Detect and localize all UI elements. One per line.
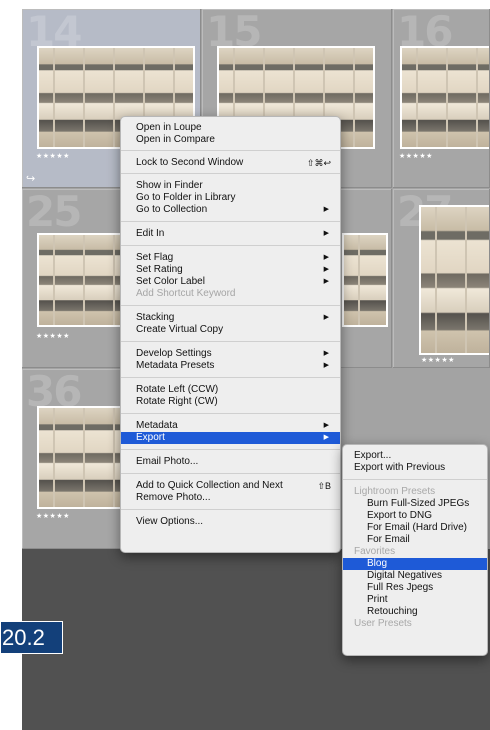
submenu-header-lightroom-presets: Lightroom Presets bbox=[354, 486, 436, 497]
menu-separator bbox=[121, 221, 340, 222]
menu-item-open-in-compare[interactable]: Open in Compare bbox=[121, 134, 340, 146]
menu-item-label: View Options... bbox=[136, 516, 204, 527]
menu-item-set-flag[interactable]: Set Flag ▶ bbox=[121, 252, 340, 264]
submenu-item-for-email[interactable]: For Email bbox=[343, 534, 487, 546]
submenu-item-export-to-dng[interactable]: Export to DNG bbox=[343, 510, 487, 522]
menu-item-label: Add Shortcut Keyword bbox=[136, 288, 236, 299]
star-rating[interactable]: ★★★★★ bbox=[36, 512, 70, 520]
menu-item-stacking[interactable]: Stacking ▶ bbox=[121, 312, 340, 324]
menu-separator bbox=[121, 245, 340, 246]
submenu-item-burn-full-sized-jpegs[interactable]: Burn Full-Sized JPEGs bbox=[343, 498, 487, 510]
menu-item-label: Rotate Left (CCW) bbox=[136, 384, 219, 395]
menu-item-lock-to-second-window[interactable]: Lock to Second Window ⇧⌘↩ bbox=[121, 157, 340, 169]
menu-item-label: Edit In bbox=[136, 228, 165, 239]
submenu-header-user-presets: User Presets bbox=[354, 618, 412, 629]
menu-separator bbox=[121, 473, 340, 474]
submenu-item-digital-negatives[interactable]: Digital Negatives bbox=[343, 570, 487, 582]
submenu-item-export[interactable]: Export... bbox=[343, 450, 487, 462]
shortcut-label: ⇧⌘↩ bbox=[306, 158, 331, 168]
menu-item-label: Go to Folder in Library bbox=[136, 192, 236, 203]
menu-item-set-color-label[interactable]: Set Color Label ▶ bbox=[121, 276, 340, 288]
shortcut-label: ⇧B bbox=[317, 481, 331, 491]
grid-cell-16[interactable]: 16 ★★★★★ bbox=[393, 9, 490, 188]
submenu-arrow-icon: ▶ bbox=[323, 278, 329, 285]
menu-separator bbox=[121, 377, 340, 378]
photo-context-menu: Open in Loupe Open in Compare Lock to Se… bbox=[120, 116, 341, 553]
menu-item-label: Add to Quick Collection and Next bbox=[136, 480, 283, 491]
submenu-item-retouching[interactable]: Retouching bbox=[343, 606, 487, 618]
submenu-header-favorites: Favorites bbox=[354, 546, 396, 557]
menu-item-open-in-loupe[interactable]: Open in Loupe bbox=[121, 122, 340, 134]
menu-item-label: Email Photo... bbox=[136, 456, 199, 467]
submenu-item-export-with-previous[interactable]: Export with Previous bbox=[343, 462, 487, 474]
menu-item-label: Set Rating bbox=[136, 264, 183, 275]
menu-item-export[interactable]: Export ▶ bbox=[121, 432, 340, 444]
submenu-item-for-email-hard-drive[interactable]: For Email (Hard Drive) bbox=[343, 522, 487, 534]
star-rating[interactable]: ★★★★★ bbox=[36, 152, 70, 160]
menu-item-show-in-finder[interactable]: Show in Finder bbox=[121, 180, 340, 192]
submenu-arrow-icon: ▶ bbox=[323, 434, 329, 441]
menu-item-label: Create Virtual Copy bbox=[136, 324, 224, 335]
menu-item-view-options[interactable]: View Options... bbox=[121, 516, 340, 528]
menu-item-create-virtual-copy[interactable]: Create Virtual Copy bbox=[121, 324, 340, 336]
submenu-arrow-icon: ▶ bbox=[323, 230, 329, 237]
menu-item-metadata-presets[interactable]: Metadata Presets ▶ bbox=[121, 360, 340, 372]
menu-separator bbox=[121, 150, 340, 151]
menu-item-label: Open in Loupe bbox=[136, 122, 202, 133]
cell-number: 25 bbox=[26, 189, 82, 236]
star-rating[interactable]: ★★★★★ bbox=[421, 356, 455, 364]
menu-separator bbox=[121, 305, 340, 306]
submenu-arrow-icon: ▶ bbox=[323, 422, 329, 429]
photo-thumbnail[interactable] bbox=[400, 46, 489, 149]
menu-separator bbox=[121, 173, 340, 174]
menu-item-go-to-collection[interactable]: Go to Collection ▶ bbox=[121, 204, 340, 216]
menu-separator bbox=[121, 413, 340, 414]
menu-item-email-photo[interactable]: Email Photo... bbox=[121, 456, 340, 468]
menu-separator bbox=[121, 509, 340, 510]
submenu-item-print[interactable]: Print bbox=[343, 594, 487, 606]
menu-item-add-to-quick-collection[interactable]: Add to Quick Collection and Next ⇧B bbox=[121, 480, 340, 492]
submenu-arrow-icon: ▶ bbox=[323, 362, 329, 369]
menu-item-label: Develop Settings bbox=[136, 348, 212, 359]
menu-separator bbox=[343, 479, 487, 480]
menu-item-rotate-right[interactable]: Rotate Right (CW) bbox=[121, 396, 340, 408]
submenu-item-blog[interactable]: Blog bbox=[343, 558, 487, 570]
photo-thumbnail[interactable] bbox=[419, 205, 489, 355]
submenu-arrow-icon: ▶ bbox=[323, 206, 329, 213]
submenu-arrow-icon: ▶ bbox=[323, 314, 329, 321]
menu-item-label: Export bbox=[136, 432, 165, 443]
menu-item-go-to-folder[interactable]: Go to Folder in Library bbox=[121, 192, 340, 204]
menu-item-label: Set Color Label bbox=[136, 276, 205, 287]
menu-item-rotate-left[interactable]: Rotate Left (CCW) bbox=[121, 384, 340, 396]
menu-item-label: Show in Finder bbox=[136, 180, 203, 191]
menu-item-label: Set Flag bbox=[136, 252, 174, 263]
menu-separator bbox=[121, 449, 340, 450]
submenu-item-full-res-jpegs[interactable]: Full Res Jpegs bbox=[343, 582, 487, 594]
menu-item-label: Go to Collection bbox=[136, 204, 208, 215]
menu-separator bbox=[121, 341, 340, 342]
menu-item-add-shortcut-keyword: Add Shortcut Keyword bbox=[121, 288, 340, 300]
photo-thumbnail[interactable] bbox=[342, 233, 388, 327]
menu-item-label: Rotate Right (CW) bbox=[136, 396, 218, 407]
star-rating[interactable]: ★★★★★ bbox=[36, 332, 70, 340]
menu-item-metadata[interactable]: Metadata ▶ bbox=[121, 420, 340, 432]
grid-cell-27[interactable]: 27 ★★★★★ bbox=[393, 189, 490, 368]
menu-item-develop-settings[interactable]: Develop Settings ▶ bbox=[121, 348, 340, 360]
submenu-arrow-icon: ▶ bbox=[323, 266, 329, 273]
menu-item-label: Remove Photo... bbox=[136, 492, 211, 503]
menu-item-set-rating[interactable]: Set Rating ▶ bbox=[121, 264, 340, 276]
menu-item-remove-photo[interactable]: Remove Photo... bbox=[121, 492, 340, 504]
menu-item-label: Lock to Second Window bbox=[136, 157, 244, 168]
submenu-arrow-icon: ▶ bbox=[323, 254, 329, 261]
menu-item-edit-in[interactable]: Edit In ▶ bbox=[121, 228, 340, 240]
menu-item-label: Open in Compare bbox=[136, 134, 215, 145]
menu-item-label: Stacking bbox=[136, 312, 175, 323]
edit-badge-icon[interactable]: ↪ bbox=[26, 172, 35, 185]
submenu-arrow-icon: ▶ bbox=[323, 350, 329, 357]
star-rating[interactable]: ★★★★★ bbox=[399, 152, 433, 160]
menu-item-label: Metadata bbox=[136, 420, 178, 431]
figure-label: 20.2 bbox=[0, 621, 63, 654]
export-submenu: Export... Export with Previous Lightroom… bbox=[342, 444, 488, 656]
menu-item-label: Metadata Presets bbox=[136, 360, 215, 371]
